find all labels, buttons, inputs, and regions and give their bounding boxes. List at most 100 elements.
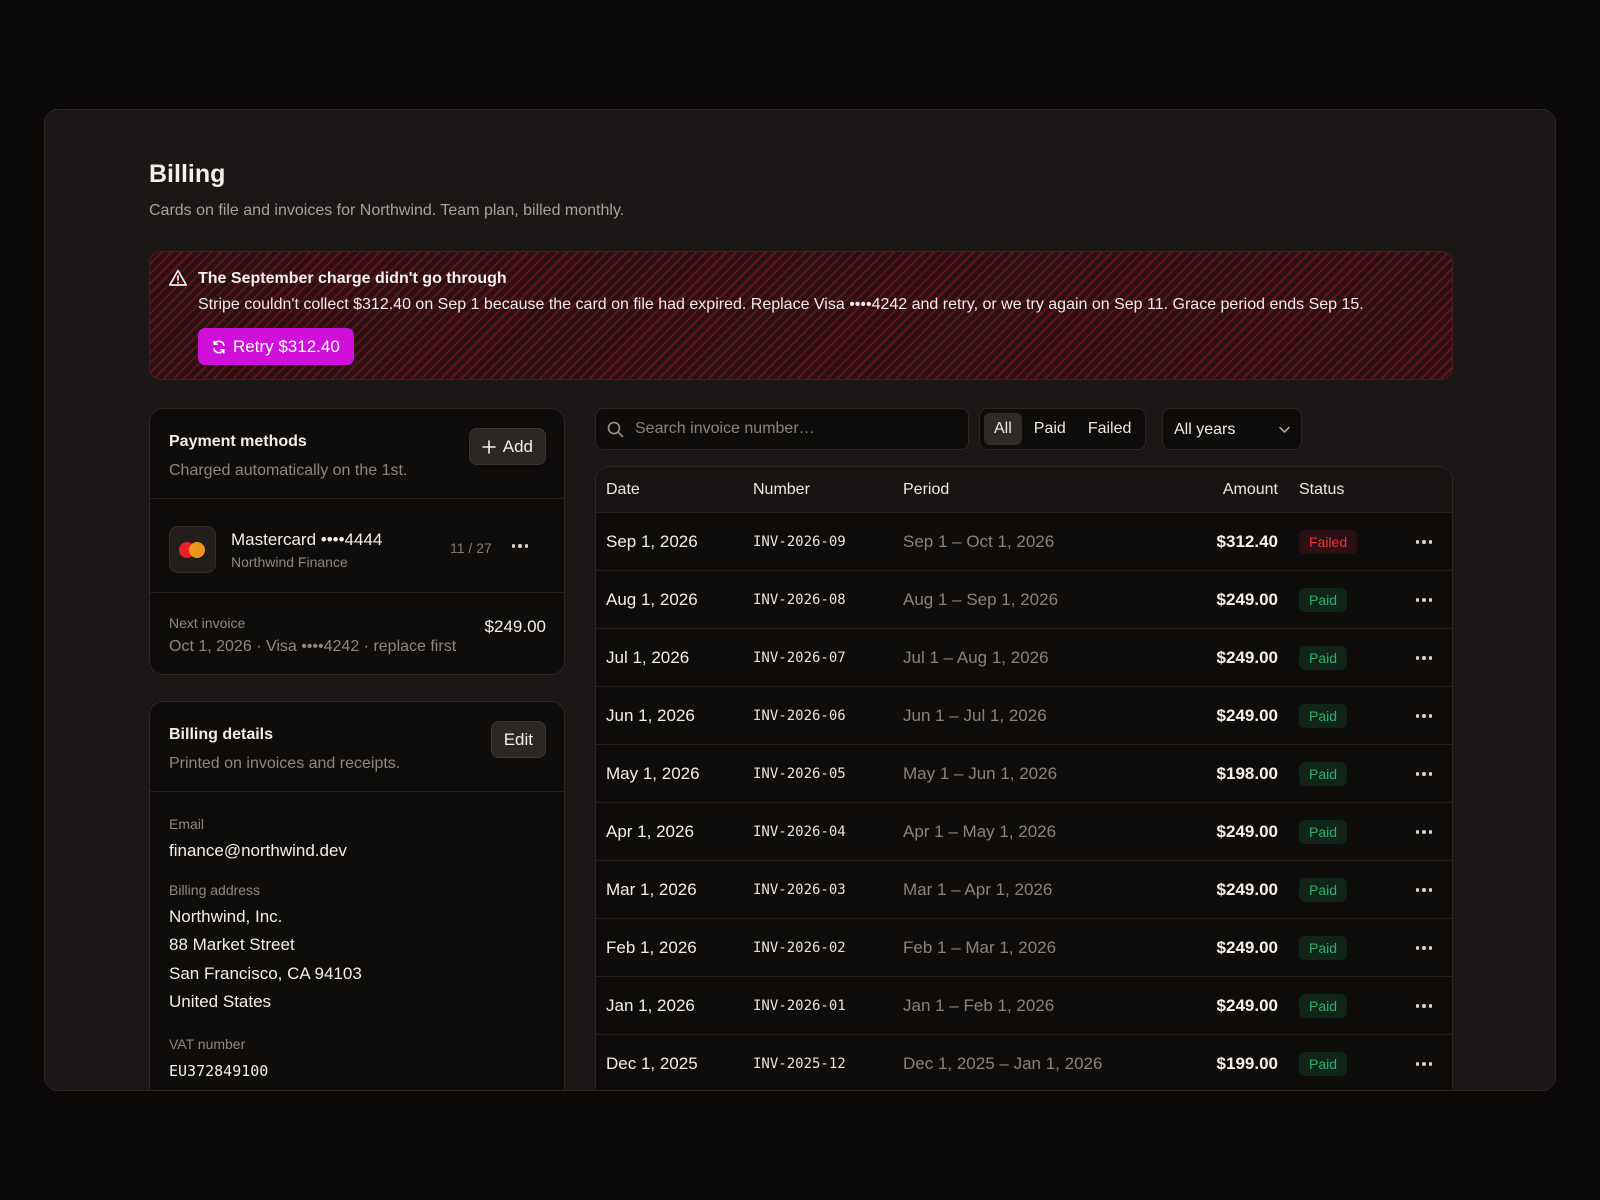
- invoice-number: INV-2026-06: [753, 708, 846, 724]
- invoice-date: Apr 1, 2026: [606, 822, 694, 841]
- address-line: Northwind, Inc.: [169, 907, 283, 926]
- row-more-button[interactable]: [1412, 707, 1436, 725]
- card-owner: Northwind Finance: [231, 554, 348, 570]
- column-date: Date: [606, 481, 640, 498]
- year-select[interactable]: All years: [1162, 408, 1302, 450]
- invoice-period: Aug 1 – Sep 1, 2026: [903, 590, 1059, 609]
- status-badge: Paid: [1299, 646, 1348, 670]
- invoice-number: INV-2025-12: [753, 1056, 846, 1072]
- edit-billing-details-button[interactable]: Edit: [490, 721, 546, 758]
- more-horizontal-icon: [1412, 888, 1436, 892]
- invoice-number: INV-2026-04: [753, 824, 846, 840]
- page-subtitle: Cards on file and invoices for Northwind…: [149, 202, 625, 219]
- invoice-date: May 1, 2026: [606, 764, 700, 783]
- next-invoice-label: Next invoice: [169, 615, 246, 631]
- invoice-period: Jun 1 – Jul 1, 2026: [903, 706, 1047, 725]
- plus-icon: [481, 439, 496, 454]
- invoice-number: INV-2026-07: [753, 650, 846, 666]
- status-badge: Paid: [1299, 878, 1348, 902]
- table-row[interactable]: Jul 1, 2026 INV-2026-07 Jul 1 – Aug 1, 202…: [596, 629, 1452, 687]
- invoice-amount: $249.00: [1216, 706, 1278, 725]
- divider: [150, 592, 564, 593]
- payment-methods-title: Payment methods: [169, 433, 307, 450]
- email-label: Email: [169, 816, 205, 832]
- status-badge: Paid: [1299, 994, 1348, 1018]
- search-input[interactable]: [633, 409, 963, 449]
- status-badge: Paid: [1299, 936, 1348, 960]
- retry-payment-button[interactable]: Retry $312.40: [198, 328, 354, 365]
- row-more-button[interactable]: [1412, 649, 1436, 667]
- invoice-number: INV-2026-08: [753, 592, 846, 608]
- add-payment-method-button[interactable]: Add: [468, 428, 546, 465]
- failed-charge-alert: The September charge didn't go through S…: [149, 251, 1453, 380]
- row-more-button[interactable]: [1412, 997, 1436, 1015]
- invoice-period: May 1 – Jun 1, 2026: [903, 764, 1058, 783]
- mastercard-logo-icon: [169, 526, 216, 573]
- invoice-date: Feb 1, 2026: [606, 938, 697, 957]
- more-horizontal-icon: [1412, 598, 1436, 602]
- invoice-number: INV-2026-02: [753, 940, 846, 956]
- table-row[interactable]: Jun 1, 2026 INV-2026-06 Jun 1 – Jul 1, 202…: [596, 687, 1452, 745]
- refresh-icon: [213, 340, 225, 353]
- status-badge: Failed: [1299, 530, 1358, 554]
- filter-failed[interactable]: Failed: [1078, 413, 1142, 445]
- invoice-date: Mar 1, 2026: [606, 880, 697, 899]
- table-header: Date Number Period Amount Status: [596, 467, 1452, 513]
- table-row[interactable]: Mar 1, 2026 INV-2026-03 Mar 1 – Apr 1, 202…: [596, 861, 1452, 919]
- table-row[interactable]: Aug 1, 2026 INV-2026-08 Aug 1 – Sep 1, 202…: [596, 571, 1452, 629]
- more-horizontal-icon: [1412, 772, 1436, 776]
- invoice-number: INV-2026-05: [753, 766, 846, 782]
- row-more-button[interactable]: [1412, 881, 1436, 899]
- table-row[interactable]: Jan 1, 2026 INV-2026-01 Jan 1 – Feb 1, 202…: [596, 977, 1452, 1035]
- more-horizontal-icon: [1412, 540, 1436, 544]
- invoice-search: [595, 408, 969, 450]
- invoice-period: Feb 1 – Mar 1, 2026: [903, 938, 1057, 957]
- row-more-button[interactable]: [1412, 533, 1436, 551]
- more-horizontal-icon: [1412, 830, 1436, 834]
- invoice-amount: $249.00: [1216, 996, 1278, 1015]
- invoice-amount: $249.00: [1216, 648, 1278, 667]
- column-period: Period: [903, 481, 950, 498]
- row-more-button[interactable]: [1412, 1055, 1436, 1073]
- table-row[interactable]: May 1, 2026 INV-2026-05 May 1 – Jun 1, 202…: [596, 745, 1452, 803]
- table-row[interactable]: Apr 1, 2026 INV-2026-04 Apr 1 – May 1, 202…: [596, 803, 1452, 861]
- invoice-number: INV-2026-01: [753, 998, 846, 1014]
- status-badge: Paid: [1299, 762, 1348, 786]
- invoice-amount: $249.00: [1216, 938, 1278, 957]
- next-invoice-amount: $249.00: [484, 617, 546, 636]
- invoice-amount: $199.00: [1216, 1054, 1278, 1073]
- more-horizontal-icon: [1412, 714, 1436, 718]
- invoice-date: Aug 1, 2026: [606, 590, 698, 609]
- billing-details-subtitle: Printed on invoices and receipts.: [169, 755, 401, 772]
- billing-address-label: Billing address: [169, 882, 261, 898]
- table-row[interactable]: Sep 1, 2026 INV-2026-09 Sep 1 – Oct 1, 202…: [596, 513, 1452, 571]
- invoice-period: Jan 1 – Feb 1, 2026: [903, 996, 1055, 1015]
- billing-content: Billing Cards on file and invoices for N…: [149, 110, 1453, 1090]
- alert-body: Stripe couldn't collect $312.40 on Sep 1…: [198, 296, 1364, 313]
- filter-paid[interactable]: Paid: [1024, 413, 1076, 445]
- column-number: Number: [753, 481, 810, 498]
- table-row[interactable]: Dec 1, 2025 INV-2025-12 Dec 1, 2025 – Jan …: [596, 1035, 1452, 1090]
- address-line: 88 Market Street: [169, 935, 295, 954]
- billing-panel: Billing Cards on file and invoices for N…: [44, 109, 1556, 1091]
- row-more-button[interactable]: [1412, 591, 1436, 609]
- invoice-date: Jul 1, 2026: [606, 648, 690, 667]
- status-badge: Paid: [1299, 820, 1348, 844]
- invoice-amount: $198.00: [1216, 764, 1278, 783]
- filter-all[interactable]: All: [984, 413, 1022, 445]
- table-row[interactable]: Feb 1, 2026 INV-2026-02 Feb 1 – Mar 1, 202…: [596, 919, 1452, 977]
- warning-triangle-icon: [168, 269, 188, 286]
- divider: [150, 791, 564, 792]
- row-more-button[interactable]: [1412, 765, 1436, 783]
- add-button-label: Add: [502, 436, 533, 456]
- invoice-amount: $249.00: [1216, 590, 1278, 609]
- billing-details-title: Billing details: [169, 726, 274, 743]
- card-more-button[interactable]: [508, 537, 532, 555]
- row-more-button[interactable]: [1412, 939, 1436, 957]
- address-line: San Francisco, CA 94103: [169, 964, 362, 983]
- invoice-period: Sep 1 – Oct 1, 2026: [903, 532, 1055, 551]
- payment-methods-subtitle: Charged automatically on the 1st.: [169, 462, 408, 479]
- row-more-button[interactable]: [1412, 823, 1436, 841]
- column-amount: Amount: [1222, 481, 1278, 498]
- payment-methods-card: Payment methods Charged automatically on…: [149, 408, 565, 675]
